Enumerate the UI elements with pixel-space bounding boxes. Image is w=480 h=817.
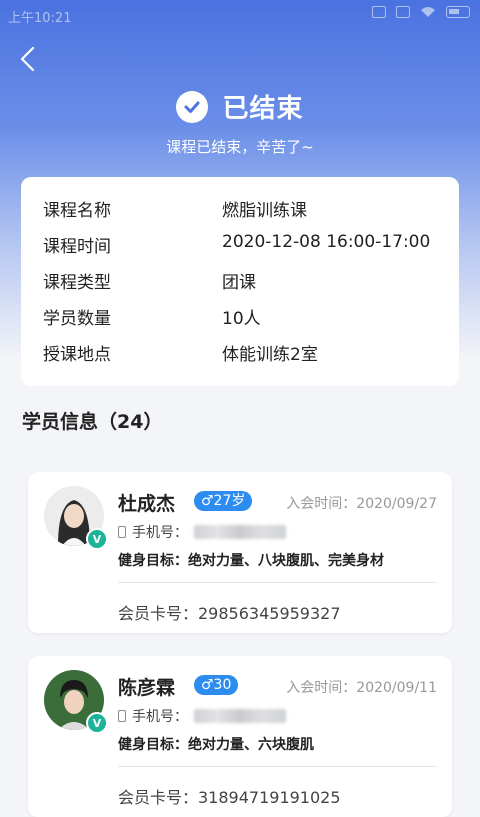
divider — [118, 766, 437, 767]
course-label: 课程类型 — [43, 273, 111, 293]
course-value: 团课 — [222, 273, 256, 293]
course-value: 2020-12-08 16:00-17:00 — [222, 232, 431, 252]
phone-row: 手机号： — [118, 706, 286, 726]
status-title: 已结束 — [222, 94, 304, 124]
phone-icon — [118, 710, 126, 722]
course-value: 10人 — [222, 309, 261, 329]
status-time: 上午10:21 — [8, 11, 72, 26]
course-info-card: 课程名称 燃脂训练课 课程时间 2020-12-08 16:00-17:00 课… — [21, 177, 459, 386]
divider — [118, 582, 437, 583]
battery-icon — [446, 6, 470, 18]
wifi-icon — [421, 7, 435, 17]
join-time: 入会时间：2020/09/27 — [286, 496, 437, 512]
course-label: 课程名称 — [43, 201, 111, 221]
back-arrow-icon[interactable] — [14, 44, 44, 74]
member-name: 陈彦霖 — [118, 677, 176, 699]
alarm-off-icon — [372, 6, 386, 18]
gender-age-badge: ♂30 — [194, 675, 239, 695]
status-icons — [372, 6, 470, 18]
verified-badge-icon: V — [86, 712, 108, 734]
gender-age-badge: ♂27岁 — [194, 491, 253, 511]
fitness-goal: 健身目标：绝对力量、八块腹肌、完美身材 — [118, 553, 384, 569]
course-label: 学员数量 — [43, 309, 111, 329]
members-section-title: 学员信息（24） — [22, 411, 163, 433]
sim-off-icon — [396, 6, 410, 18]
member-card[interactable]: V 陈彦霖 ♂30 入会时间：2020/09/11 手机号： 健身目标：绝对力量… — [28, 656, 452, 817]
status-header: 已结束 — [0, 88, 480, 125]
member-card[interactable]: V 杜成杰 ♂27岁 入会时间：2020/09/27 手机号： 健身目标：绝对力… — [28, 472, 452, 633]
status-subtitle: 课程已结束，辛苦了~ — [166, 138, 314, 156]
course-label: 课程时间 — [43, 237, 111, 257]
phone-row: 手机号： — [118, 522, 286, 542]
member-card-number: 会员卡号：31894719191025 — [118, 788, 341, 807]
phone-icon — [118, 526, 126, 538]
check-circle-icon — [176, 90, 209, 123]
fitness-goal: 健身目标：绝对力量、六块腹肌 — [118, 737, 314, 753]
phone-number-masked — [194, 709, 286, 723]
join-time: 入会时间：2020/09/11 — [286, 680, 437, 696]
member-card-number: 会员卡号：29856345959327 — [118, 604, 341, 623]
verified-badge-icon: V — [86, 528, 108, 550]
course-label: 授课地点 — [43, 345, 111, 365]
phone-number-masked — [194, 525, 286, 539]
course-value: 燃脂训练课 — [222, 201, 307, 221]
phone-label: 手机号： — [132, 525, 188, 541]
course-value: 体能训练2室 — [222, 345, 318, 365]
phone-label: 手机号： — [132, 709, 188, 725]
status-bar: 上午10:21 — [0, 0, 480, 32]
member-name: 杜成杰 — [118, 493, 176, 515]
